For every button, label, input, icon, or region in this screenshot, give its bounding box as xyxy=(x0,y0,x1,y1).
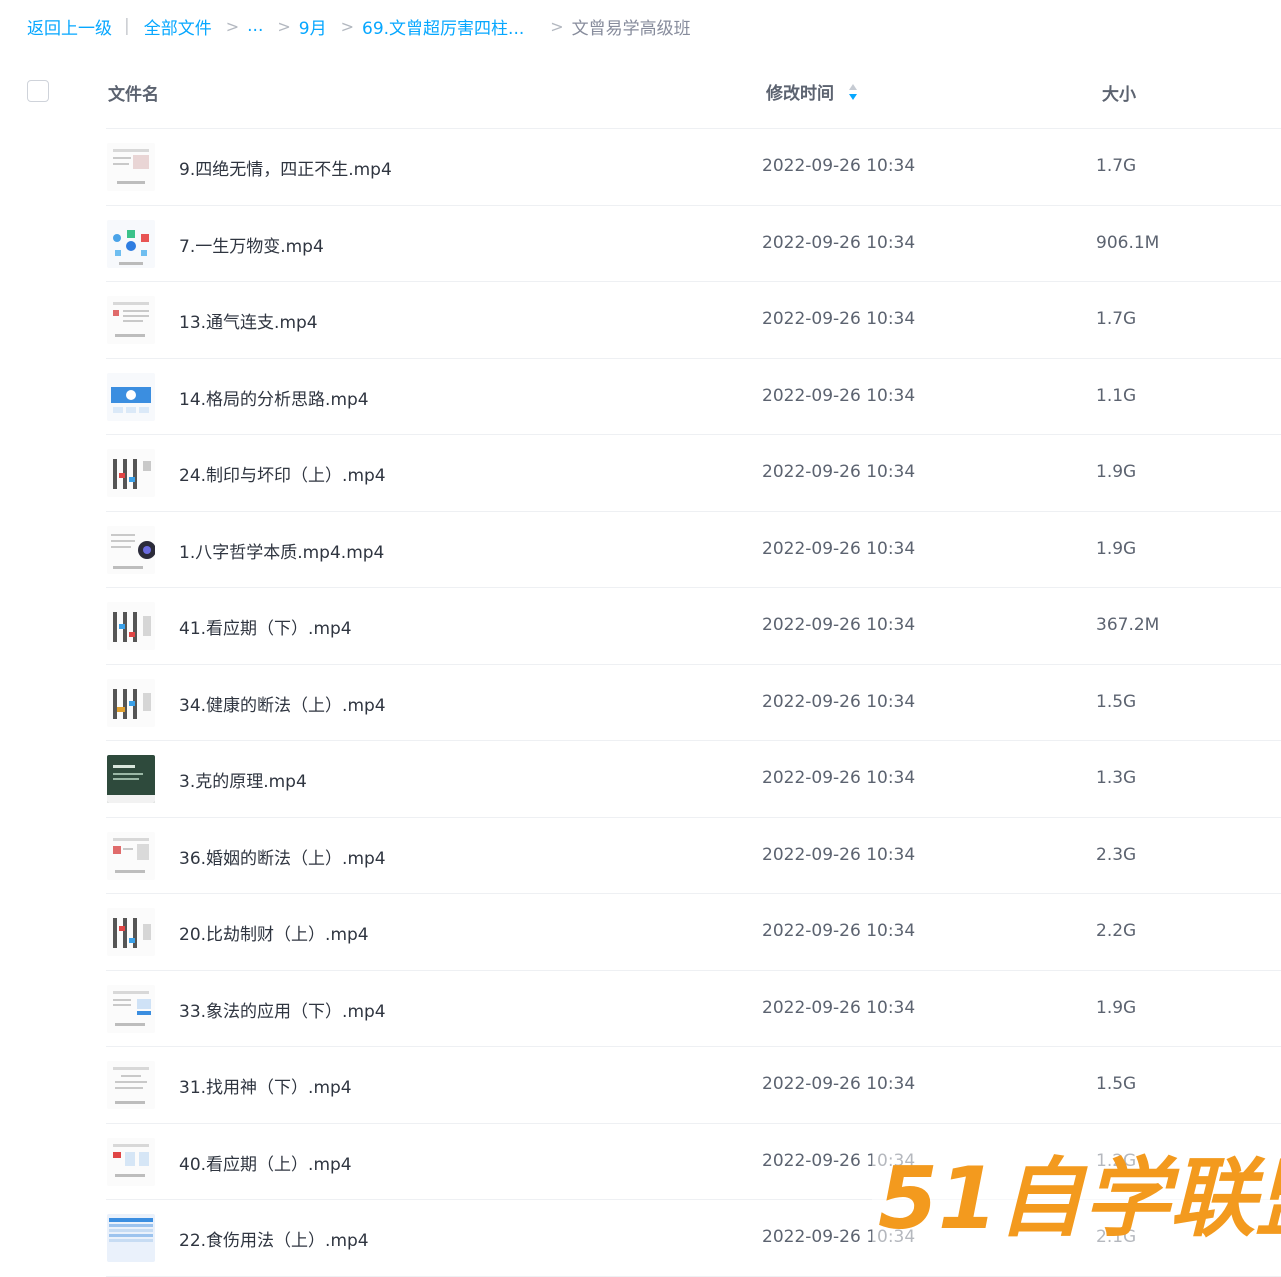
file-size: 1.7G xyxy=(1096,156,1137,176)
video-thumbnail[interactable] xyxy=(107,602,155,650)
file-row[interactable]: 31.找用神（下）.mp4 2022-09-26 10:34 1.5G xyxy=(0,1047,1281,1124)
file-name[interactable]: 13.通气连支.mp4 xyxy=(179,308,318,333)
file-name[interactable]: 40.看应期（上）.mp4 xyxy=(179,1150,352,1175)
file-size: 1.5G xyxy=(1096,691,1137,712)
file-size: 1.5G xyxy=(1096,1074,1137,1094)
video-thumbnail[interactable] xyxy=(107,219,155,268)
video-thumbnail[interactable] xyxy=(107,372,155,421)
file-modified-time: 2022-09-26 10:34 xyxy=(762,768,916,788)
video-thumbnail[interactable] xyxy=(107,678,155,727)
file-row[interactable]: 36.婚姻的断法（上）.mp4 2022-09-26 10:34 2.3G xyxy=(0,818,1281,895)
file-size: 1.1G xyxy=(1096,385,1137,406)
breadcrumb-item-folder[interactable]: 69.文曾超厉害四柱... xyxy=(362,14,524,39)
video-thumbnail[interactable] xyxy=(107,1061,155,1109)
file-name[interactable]: 20.比劫制财（上）.mp4 xyxy=(179,920,369,945)
video-thumbnail[interactable] xyxy=(107,449,155,497)
file-size: 1.9G xyxy=(1096,538,1137,559)
file-modified-time: 2022-09-26 10:34 xyxy=(762,232,916,253)
select-all-checkbox[interactable] xyxy=(27,80,49,102)
file-size: 2.2G xyxy=(1096,921,1137,941)
file-modified-time: 2022-09-26 10:34 xyxy=(762,309,916,329)
file-modified-time: 2022-09-26 10:34 xyxy=(762,844,916,865)
file-size: 1.9G xyxy=(1096,997,1137,1018)
column-header-modified[interactable]: 修改时间 xyxy=(766,79,858,104)
file-modified-time: 2022-09-26 10:34 xyxy=(762,1074,916,1094)
file-size: 1.3G xyxy=(1096,768,1137,788)
breadcrumb-separator: > xyxy=(340,16,354,36)
video-thumbnail[interactable] xyxy=(107,1137,155,1186)
file-name[interactable]: 22.食伤用法（上）.mp4 xyxy=(179,1226,369,1251)
file-list-header: 文件名 修改时间 大小 xyxy=(0,62,1281,129)
file-row[interactable]: 9.四绝无情，四正不生.mp4 2022-09-26 10:34 1.7G xyxy=(0,129,1281,206)
back-link[interactable]: 返回上一级 xyxy=(27,14,112,39)
column-header-name[interactable]: 文件名 xyxy=(108,80,159,105)
video-thumbnail[interactable] xyxy=(107,143,155,191)
video-thumbnail[interactable] xyxy=(107,1214,155,1262)
file-name[interactable]: 41.看应期（下）.mp4 xyxy=(179,614,352,639)
file-name[interactable]: 14.格局的分析思路.mp4 xyxy=(179,385,369,410)
file-name[interactable]: 33.象法的应用（下）.mp4 xyxy=(179,997,386,1022)
file-name[interactable]: 34.健康的断法（上）.mp4 xyxy=(179,691,386,716)
file-row[interactable]: 34.健康的断法（上）.mp4 2022-09-26 10:34 1.5G xyxy=(0,665,1281,742)
video-thumbnail[interactable] xyxy=(107,831,155,880)
breadcrumb-separator: > xyxy=(550,16,564,36)
breadcrumb-separator: > xyxy=(225,16,240,36)
file-row[interactable]: 7.一生万物变.mp4 2022-09-26 10:34 906.1M xyxy=(0,206,1281,283)
file-name[interactable]: 3.克的原理.mp4 xyxy=(179,767,307,792)
file-row[interactable]: 14.格局的分析思路.mp4 2022-09-26 10:34 1.1G xyxy=(0,359,1281,436)
video-thumbnail[interactable] xyxy=(107,296,155,344)
file-size: 1.7G xyxy=(1096,309,1137,329)
file-modified-time: 2022-09-26 10:34 xyxy=(762,997,916,1018)
breadcrumb: 返回上一级 | 全部文件 > ... > 9月 > 69.文曾超厉害四柱... … xyxy=(27,12,691,40)
watermark-text: 51自学联盟 xyxy=(878,1149,1281,1243)
file-modified-time: 2022-09-26 10:34 xyxy=(762,462,916,482)
column-header-size[interactable]: 大小 xyxy=(1102,80,1136,105)
file-row[interactable]: 41.看应期（下）.mp4 2022-09-26 10:34 367.2M xyxy=(0,588,1281,665)
file-row[interactable]: 13.通气连支.mp4 2022-09-26 10:34 1.7G xyxy=(0,282,1281,359)
file-name[interactable]: 24.制印与坏印（上）.mp4 xyxy=(179,461,386,486)
file-name[interactable]: 9.四绝无情，四正不生.mp4 xyxy=(179,155,392,180)
file-modified-time: 2022-09-26 10:34 xyxy=(762,156,916,176)
watermark-logo: 51自学联盟 xyxy=(872,1140,1281,1243)
file-size: 2.3G xyxy=(1096,844,1137,865)
file-size: 367.2M xyxy=(1096,615,1160,635)
file-modified-time: 2022-09-26 10:34 xyxy=(762,385,916,406)
breadcrumb-item-september[interactable]: 9月 xyxy=(299,14,327,39)
file-row[interactable]: 3.克的原理.mp4 2022-09-26 10:34 1.3G xyxy=(0,741,1281,818)
file-name[interactable]: 1.八字哲学本质.mp4.mp4 xyxy=(179,538,384,563)
file-modified-time: 2022-09-26 10:34 xyxy=(762,615,916,635)
breadcrumb-divider: | xyxy=(124,16,130,36)
sort-icon[interactable] xyxy=(848,82,858,102)
file-row[interactable]: 33.象法的应用（下）.mp4 2022-09-26 10:34 1.9G xyxy=(0,971,1281,1048)
file-row[interactable]: 1.八字哲学本质.mp4.mp4 2022-09-26 10:34 1.9G xyxy=(0,512,1281,589)
video-thumbnail[interactable] xyxy=(107,525,155,574)
file-modified-time: 2022-09-26 10:34 xyxy=(762,691,916,712)
file-modified-time: 2022-09-26 10:34 xyxy=(762,538,916,559)
column-header-modified-label: 修改时间 xyxy=(766,84,834,104)
file-size: 906.1M xyxy=(1096,232,1160,253)
file-name[interactable]: 36.婚姻的断法（上）.mp4 xyxy=(179,844,386,869)
breadcrumb-item-all-files[interactable]: 全部文件 xyxy=(144,14,212,39)
file-list: 9.四绝无情，四正不生.mp4 2022-09-26 10:34 1.7G 7.一生万… xyxy=(0,129,1281,1277)
breadcrumb-current: 文曾易学高级班 xyxy=(571,18,691,39)
file-modified-time: 2022-09-26 10:34 xyxy=(762,921,916,941)
file-name[interactable]: 7.一生万物变.mp4 xyxy=(179,232,324,257)
file-size: 1.9G xyxy=(1096,462,1137,482)
video-thumbnail[interactable] xyxy=(107,755,155,803)
video-thumbnail[interactable] xyxy=(107,908,155,956)
breadcrumb-item-ellipsis[interactable]: ... xyxy=(247,16,263,36)
file-row[interactable]: 20.比劫制财（上）.mp4 2022-09-26 10:34 2.2G xyxy=(0,894,1281,971)
file-name[interactable]: 31.找用神（下）.mp4 xyxy=(179,1073,352,1098)
video-thumbnail[interactable] xyxy=(107,984,155,1033)
breadcrumb-separator: > xyxy=(277,16,291,36)
file-row[interactable]: 24.制印与坏印（上）.mp4 2022-09-26 10:34 1.9G xyxy=(0,435,1281,512)
